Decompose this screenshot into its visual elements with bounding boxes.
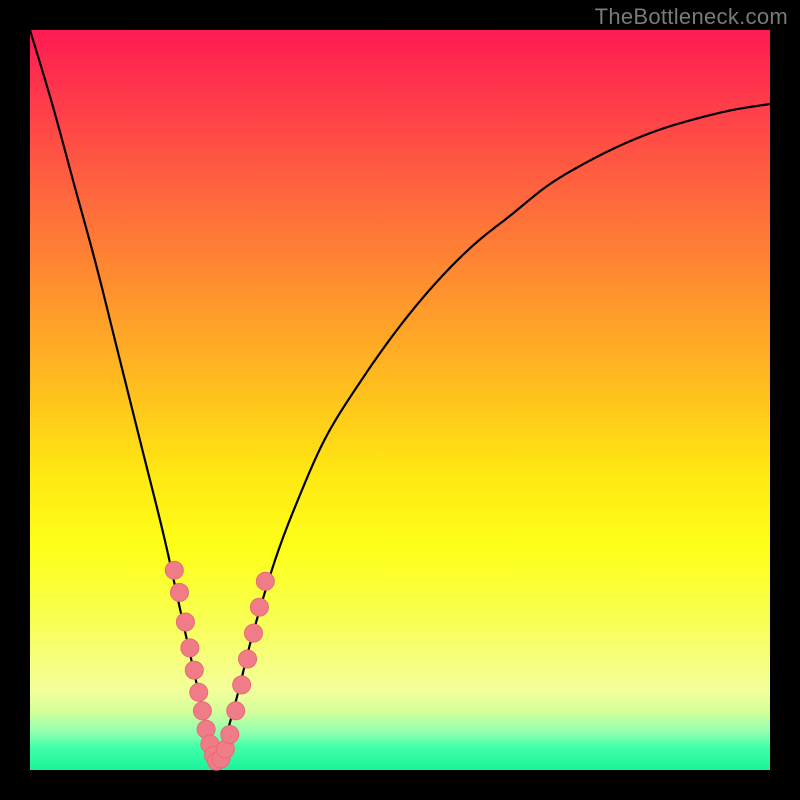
data-marker <box>176 613 194 631</box>
chart-frame: TheBottleneck.com <box>0 0 800 800</box>
data-marker <box>244 624 262 642</box>
data-marker <box>227 702 245 720</box>
chart-svg <box>30 30 770 770</box>
data-marker <box>221 725 239 743</box>
data-marker <box>170 583 188 601</box>
data-marker <box>181 639 199 657</box>
data-marker <box>239 650 257 668</box>
data-marker <box>233 676 251 694</box>
data-marker <box>185 661 203 679</box>
plot-background <box>30 30 770 770</box>
watermark-text: TheBottleneck.com <box>595 4 788 30</box>
data-marker <box>193 702 211 720</box>
data-marker <box>165 561 183 579</box>
data-marker <box>256 572 274 590</box>
markers-group <box>165 561 274 770</box>
bottleneck-curve <box>30 30 770 763</box>
data-marker <box>250 598 268 616</box>
data-marker <box>190 683 208 701</box>
